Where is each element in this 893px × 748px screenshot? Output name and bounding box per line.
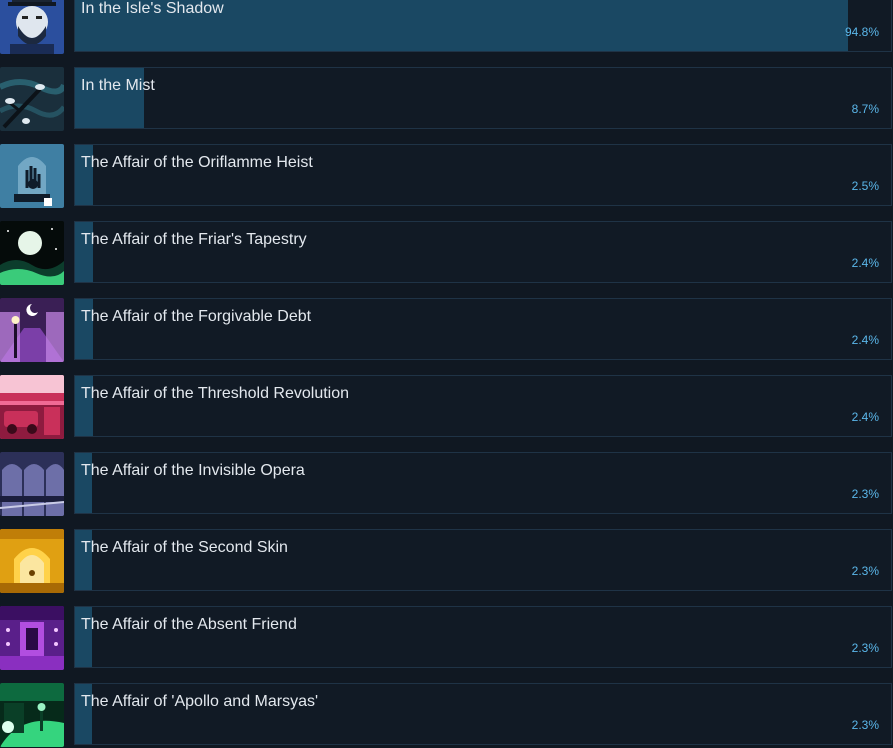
achievement-title: The Affair of the Forgivable Debt xyxy=(81,308,312,325)
sailor-portrait-icon xyxy=(0,0,64,54)
achievement-percent: 2.4% xyxy=(851,410,879,424)
achievement-percent: 94.8% xyxy=(844,25,879,39)
achievement-row[interactable]: The Affair of the Absent Friend 2.3% xyxy=(0,606,893,670)
green-garden-icon xyxy=(0,683,64,747)
achievement-row[interactable]: The Affair of the Invisible Opera 2.3% xyxy=(0,452,893,516)
achievement-title: The Affair of the Threshold Revolution xyxy=(81,385,350,402)
achievement-card: The Affair of the Second Skin 2.3% xyxy=(74,529,892,591)
achievement-row[interactable]: The Affair of the Threshold Revolution 2.… xyxy=(0,375,893,439)
achievement-percent: 2.5% xyxy=(851,179,879,193)
achievement-row[interactable]: The Affair of 'Apollo and Marsyas' 2.3% xyxy=(0,683,893,747)
achievement-title: The Affair of the Friar's Tapestry xyxy=(81,231,307,248)
achievement-row[interactable]: The Affair of the Oriflamme Heist 2.5% xyxy=(0,144,893,208)
achievement-row[interactable]: In the Mist 8.7% xyxy=(0,67,893,131)
achievement-card: The Affair of the Forgivable Debt 2.4% xyxy=(74,298,892,360)
achievement-row[interactable]: The Affair of the Friar's Tapestry 2.4% xyxy=(0,221,893,285)
achievement-card: In the Mist 8.7% xyxy=(74,67,892,129)
achievement-card: The Affair of the Friar's Tapestry 2.4% xyxy=(74,221,892,283)
achievement-title: The Affair of the Invisible Opera xyxy=(81,462,305,479)
achievement-card: The Affair of the Absent Friend 2.3% xyxy=(74,606,892,668)
achievement-title: The Affair of 'Apollo and Marsyas' xyxy=(81,693,319,710)
achievement-title: In the Isle's Shadow xyxy=(81,0,224,17)
achievement-card: The Affair of the Threshold Revolution 2.… xyxy=(74,375,892,437)
red-street-car-icon xyxy=(0,375,64,439)
achievement-title: The Affair of the Absent Friend xyxy=(81,616,297,633)
achievement-percent: 2.3% xyxy=(851,641,879,655)
achievement-title: In the Mist xyxy=(81,77,155,94)
achievement-percent: 8.7% xyxy=(851,102,879,116)
achievement-percent: 2.3% xyxy=(851,564,879,578)
hand-under-glass-dome-icon xyxy=(0,144,64,208)
night-street-lamp-icon xyxy=(0,298,64,362)
achievement-percent: 2.3% xyxy=(851,487,879,501)
moonlit-hills-icon xyxy=(0,221,64,285)
achievement-card: The Affair of the Invisible Opera 2.3% xyxy=(74,452,892,514)
achievement-card: In the Isle's Shadow 94.8% xyxy=(74,0,892,52)
achievement-title: The Affair of the Second Skin xyxy=(81,539,288,556)
achievement-percent: 2.4% xyxy=(851,333,879,347)
achievement-percent: 2.3% xyxy=(851,718,879,732)
achievement-row[interactable]: The Affair of the Second Skin 2.3% xyxy=(0,529,893,593)
achievement-row[interactable]: In the Isle's Shadow 94.8% xyxy=(0,0,893,54)
achievement-list: In the Isle's Shadow 94.8% In the Mist 8.7… xyxy=(0,0,893,748)
purple-hall-icon xyxy=(0,606,64,670)
achievement-card: The Affair of the Oriflamme Heist 2.5% xyxy=(74,144,892,206)
achievement-card: The Affair of 'Apollo and Marsyas' 2.3% xyxy=(74,683,892,745)
achievement-row[interactable]: The Affair of the Forgivable Debt 2.4% xyxy=(0,298,893,362)
misty-branch-icon xyxy=(0,67,64,131)
opera-arches-icon xyxy=(0,452,64,516)
achievement-percent: 2.4% xyxy=(851,256,879,270)
achievement-title: The Affair of the Oriflamme Heist xyxy=(81,154,313,171)
golden-archway-icon xyxy=(0,529,64,593)
